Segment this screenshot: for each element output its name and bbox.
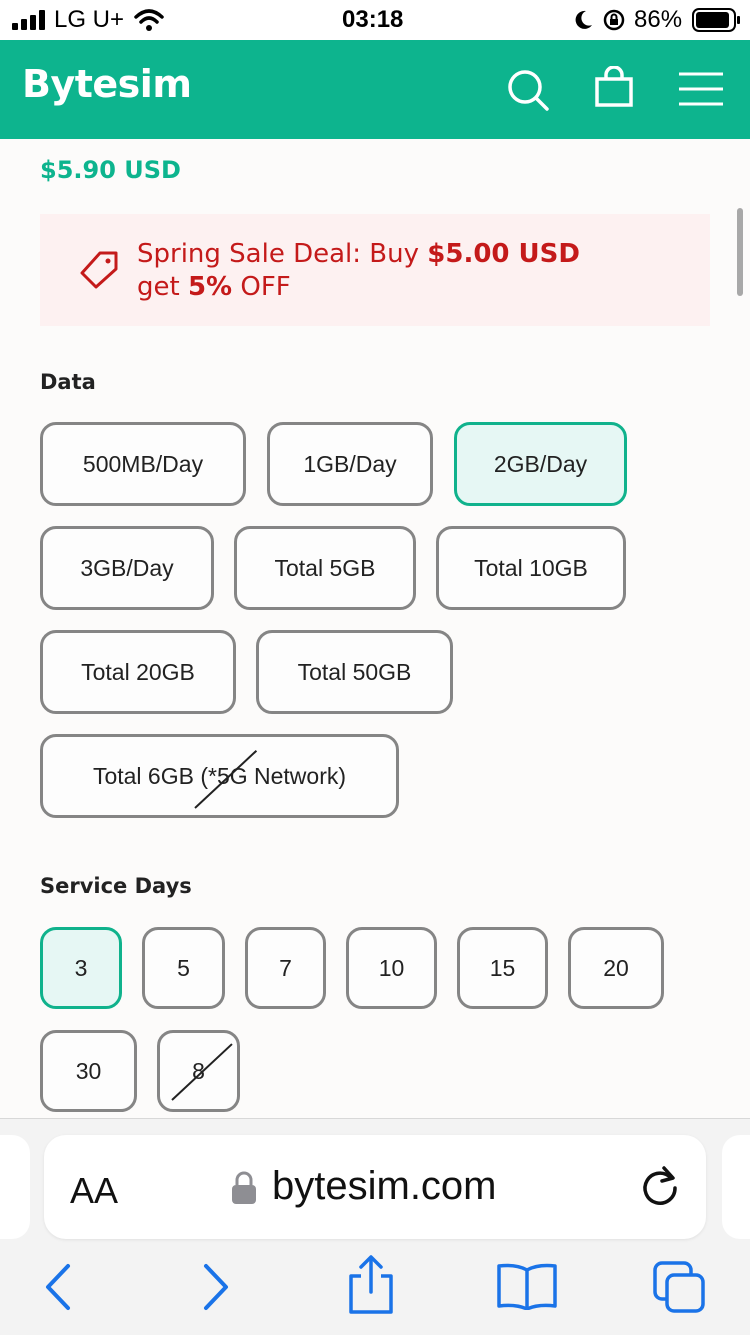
- data-option-total-10gb[interactable]: Total 10GB: [436, 526, 626, 610]
- url-text[interactable]: bytesim.com: [272, 1164, 497, 1209]
- option-label: 5: [177, 954, 190, 981]
- option-label: 20: [603, 954, 629, 981]
- tag-icon: [80, 251, 118, 289]
- promo-suffix: OFF: [232, 272, 291, 302]
- option-label: 1GB/Day: [303, 450, 397, 477]
- data-option-500mb-day[interactable]: 500MB/Day: [40, 422, 246, 506]
- next-tab-peek[interactable]: [722, 1135, 750, 1239]
- data-section-label: Data: [40, 370, 96, 394]
- days-option-7[interactable]: 7: [245, 927, 326, 1009]
- menu-icon[interactable]: [677, 70, 725, 108]
- carrier-label: LG U+: [54, 6, 125, 33]
- option-label: 3: [74, 954, 88, 981]
- scroll-indicator[interactable]: [737, 208, 743, 296]
- data-option-2gb-day[interactable]: 2GB/Day: [454, 422, 627, 506]
- days-option-5[interactable]: 5: [142, 927, 225, 1009]
- promo-banner: Spring Sale Deal: Buy $5.00 USD get 5% O…: [40, 214, 710, 326]
- option-label: Total 10GB: [474, 554, 588, 581]
- days-option-10[interactable]: 10: [346, 927, 437, 1009]
- moon-icon: [575, 10, 592, 29]
- data-option-total-5gb[interactable]: Total 5GB: [234, 526, 416, 610]
- option-label: 10: [378, 954, 405, 981]
- battery-percent: 86%: [634, 6, 683, 33]
- days-option-30[interactable]: 30: [40, 1030, 137, 1112]
- battery-icon: [692, 8, 740, 32]
- option-label: 500MB/Day: [82, 450, 204, 477]
- bookmarks-icon[interactable]: [496, 1262, 558, 1310]
- signal-icon: [12, 10, 45, 30]
- promo-prefix: Spring Sale Deal: Buy: [137, 239, 428, 269]
- days-option-15[interactable]: 15: [457, 927, 548, 1009]
- data-option-total-6gb-5g[interactable]: Total 6GB (*5G Network): [40, 734, 399, 818]
- option-label: Total 5GB: [274, 554, 376, 581]
- days-option-3[interactable]: 3: [40, 927, 122, 1009]
- tabs-icon[interactable]: [652, 1260, 710, 1314]
- share-icon[interactable]: [346, 1254, 396, 1316]
- orientation-lock-icon: [603, 9, 625, 31]
- search-icon[interactable]: [506, 68, 550, 112]
- unavailable-strike: [171, 1043, 233, 1101]
- option-label: 3GB/Day: [80, 554, 174, 581]
- days-section-label: Service Days: [40, 874, 192, 898]
- text-size-button[interactable]: AA: [70, 1170, 118, 1212]
- data-option-1gb-day[interactable]: 1GB/Day: [267, 422, 433, 506]
- option-label: 15: [489, 954, 516, 981]
- bytesim-logo[interactable]: Bytesim: [22, 62, 192, 106]
- reload-icon[interactable]: [638, 1164, 682, 1208]
- option-label: 30: [75, 1057, 102, 1084]
- option-label: Total 50GB: [297, 658, 412, 685]
- previous-tab-peek[interactable]: [0, 1135, 30, 1239]
- bag-icon[interactable]: [594, 66, 634, 108]
- promo-mid: get: [137, 272, 188, 302]
- product-price: $5.90 USD: [40, 156, 181, 184]
- back-icon[interactable]: [40, 1262, 76, 1312]
- site-header: Bytesim: [0, 40, 750, 139]
- lock-icon: [232, 1171, 256, 1204]
- data-option-total-20gb[interactable]: Total 20GB: [40, 630, 236, 714]
- wifi-icon: [134, 9, 164, 31]
- forward-icon[interactable]: [198, 1262, 234, 1312]
- data-option-3gb-day[interactable]: 3GB/Day: [40, 526, 214, 610]
- option-label: 2GB/Day: [493, 450, 588, 477]
- status-bar: LG U+ 03:18 86%: [0, 0, 750, 40]
- days-option-20[interactable]: 20: [568, 927, 664, 1009]
- data-option-total-50gb[interactable]: Total 50GB: [256, 630, 453, 714]
- days-option-8[interactable]: 8: [157, 1030, 240, 1112]
- clock: 03:18: [342, 6, 404, 33]
- promo-amount: $5.00 USD: [427, 239, 580, 269]
- option-label: 7: [279, 954, 292, 981]
- promo-discount: 5%: [187, 272, 233, 302]
- promo-text: Spring Sale Deal: Buy $5.00 USD get 5% O…: [137, 238, 580, 304]
- option-label: Total 20GB: [81, 658, 195, 685]
